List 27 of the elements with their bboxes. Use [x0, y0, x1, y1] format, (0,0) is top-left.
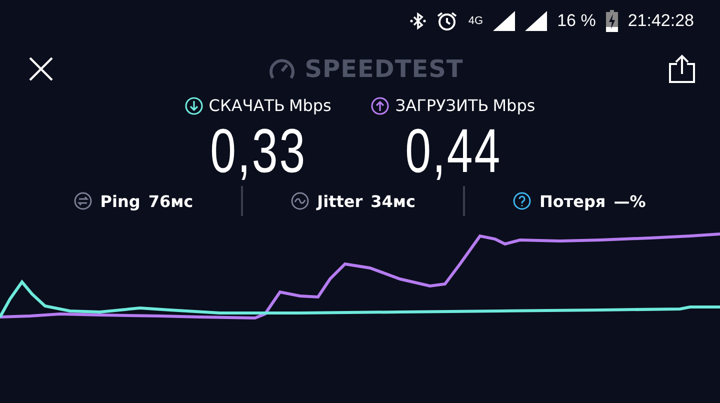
stat-value: 76мс — [148, 192, 194, 210]
speed-value: 0,44 — [405, 116, 502, 188]
battery-charging-icon — [606, 10, 618, 32]
bluetooth-icon — [410, 12, 426, 30]
signal-icon — [525, 11, 548, 31]
stat-value: —% — [614, 192, 646, 210]
unit-label: Mbps — [492, 96, 536, 115]
stat-label: Jitter — [317, 192, 363, 210]
result-label: СКАЧАТЬ — [208, 96, 285, 115]
question-icon — [513, 192, 532, 210]
result-label: ЗАГРУЗИТЬ — [395, 96, 489, 115]
network-type: 4G — [468, 15, 484, 27]
arrow-up-circle-icon — [371, 96, 390, 114]
speedometer-icon — [268, 58, 295, 80]
wave-icon — [291, 192, 310, 210]
unit-label: Mbps — [288, 96, 332, 115]
app-title: SPEEDTEST — [304, 55, 464, 83]
speed-value: 0,33 — [210, 116, 306, 188]
stat-label: Ping — [100, 192, 140, 210]
stat-label: Потеря — [539, 192, 606, 210]
arrow-down-circle-icon — [184, 96, 203, 114]
stat-value: 34мс — [370, 192, 416, 210]
clock-time: 21:42:28 — [628, 11, 694, 31]
signal-icon — [493, 11, 516, 31]
alarm-clock-icon — [436, 11, 458, 31]
ping-icon — [74, 192, 92, 210]
battery-percent: 16 % — [557, 11, 596, 31]
